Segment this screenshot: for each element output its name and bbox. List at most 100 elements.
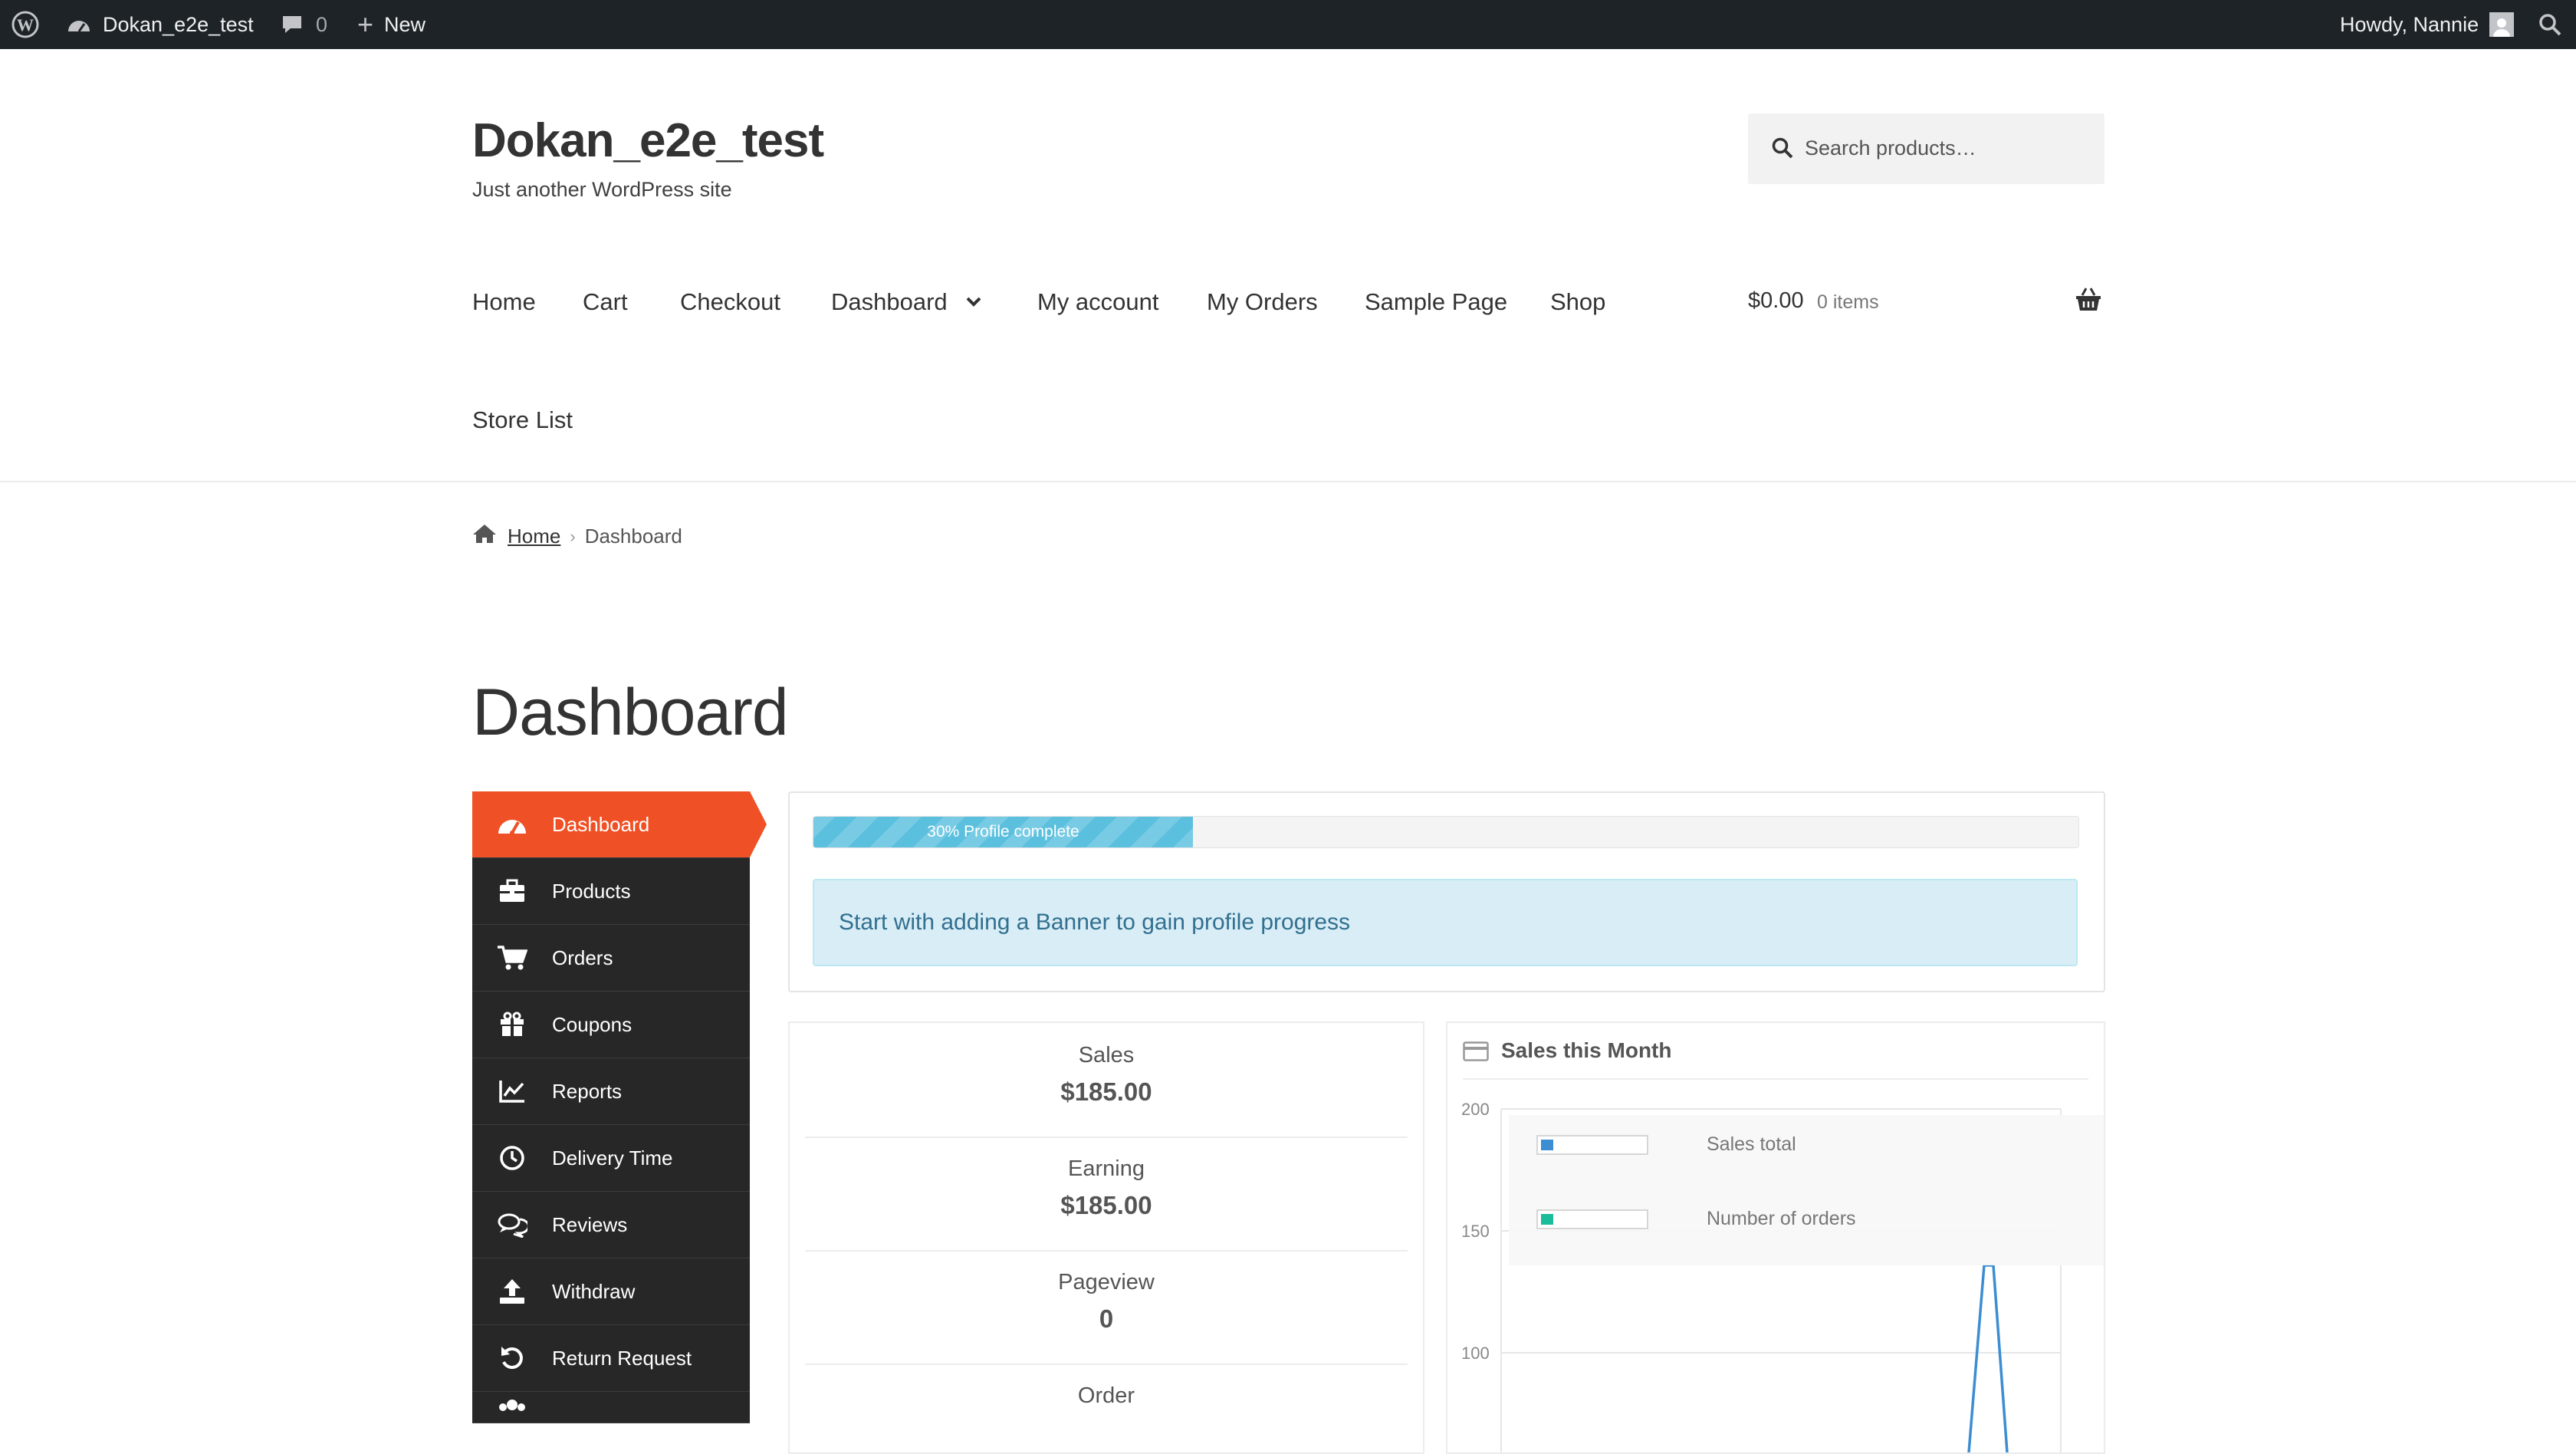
admin-bar: W Dokan_e2e_test 0 + New Howdy, Nannie [0, 0, 2576, 49]
sidebar-item-reports[interactable]: Reports [472, 1058, 750, 1125]
site-tagline: Just another WordPress site [472, 178, 732, 201]
search-icon [1771, 137, 1794, 163]
nav-checkout[interactable]: Checkout [680, 288, 780, 316]
stat-divider [805, 1137, 1408, 1138]
sidebar-item-label: Return Request [552, 1346, 692, 1370]
nav-home[interactable]: Home [472, 288, 536, 316]
site-name-link[interactable]: Dokan_e2e_test [66, 0, 254, 49]
header-divider [0, 481, 2576, 482]
users-icon [472, 1392, 552, 1423]
dashboard-gauge-icon [66, 13, 92, 36]
svg-text:W: W [17, 15, 34, 35]
sales-total-series [1967, 1264, 2009, 1452]
sidebar-item-label: Dashboard [552, 812, 650, 836]
profile-notice: Start with adding a Banner to gain profi… [813, 879, 2078, 966]
legend-swatch [1536, 1209, 1648, 1229]
stat-label: Order [1077, 1383, 1135, 1408]
new-label: New [384, 12, 426, 36]
legend-item-sales-total[interactable]: Sales total [1536, 1133, 1796, 1156]
legend-label: Sales total [1707, 1133, 1796, 1155]
stat-pageview: Pageview 0 [805, 1270, 1408, 1334]
tachometer-icon [472, 812, 552, 837]
nav-cart[interactable]: Cart [583, 288, 628, 316]
stat-divider [805, 1364, 1408, 1365]
stat-label: Earning [1068, 1156, 1145, 1181]
sales-total-line [1967, 1264, 2009, 1452]
comment-icon [281, 13, 304, 36]
progress-fill: 30% Profile complete [813, 817, 1193, 847]
cart-item-count[interactable]: 0 items [1817, 291, 1879, 314]
sidebar-item-label: Withdraw [552, 1279, 636, 1303]
briefcase-icon [472, 879, 552, 903]
profile-notice-text: Start with adding a Banner to gain profi… [839, 910, 1351, 935]
gift-icon [472, 1012, 552, 1038]
y-tick-label: 200 [1461, 1100, 1490, 1119]
sidebar-item-return-request[interactable]: Return Request [472, 1325, 750, 1392]
sales-chart-box: Sales this Month 200 150 100 Sales total… [1446, 1021, 2105, 1454]
legend-label: Number of orders [1707, 1208, 1856, 1229]
sidebar-item-products[interactable]: Products [472, 858, 750, 925]
sidebar-item-label: Orders [552, 946, 613, 969]
nav-my-account[interactable]: My account [1037, 288, 1159, 316]
clock-icon [472, 1145, 552, 1171]
admin-site-name: Dokan_e2e_test [103, 12, 254, 36]
comments-count: 0 [316, 12, 328, 36]
sidebar-item-label: Reviews [552, 1212, 628, 1236]
breadcrumb-home-link[interactable]: Home [508, 525, 560, 548]
nav-dashboard[interactable]: Dashboard [831, 288, 948, 316]
profile-completion-box: 30% Profile complete Start with adding a… [788, 791, 2105, 992]
basket-icon[interactable] [2075, 287, 2102, 317]
avatar [2489, 12, 2515, 37]
stat-value: $185.00 [1060, 1191, 1152, 1219]
sidebar-item-label: Reports [552, 1079, 623, 1103]
nav-sample-page[interactable]: Sample Page [1365, 288, 1507, 316]
product-search-field[interactable]: Search products… [1748, 113, 2104, 184]
chevron-down-icon[interactable] [964, 292, 983, 314]
y-tick-label: 100 [1461, 1344, 1490, 1363]
admin-search-icon[interactable] [2538, 0, 2562, 49]
stat-sales: Sales $185.00 [805, 1043, 1408, 1107]
sidebar-item-partial[interactable] [472, 1392, 750, 1423]
stat-earning: Earning $185.00 [805, 1156, 1408, 1220]
site-title[interactable]: Dokan_e2e_test [472, 113, 824, 168]
legend-item-number-of-orders[interactable]: Number of orders [1536, 1208, 1856, 1230]
sidebar-item-label: Coupons [552, 1012, 632, 1036]
chart-legend: Sales total Number of orders [1509, 1115, 2104, 1265]
home-icon [472, 523, 497, 550]
stat-label: Sales [1078, 1043, 1135, 1067]
profile-progress-bar: 30% Profile complete [813, 816, 2079, 848]
upload-icon [472, 1278, 552, 1305]
howdy-greeting: Howdy, Nannie [2340, 12, 2479, 36]
progress-label: 30% Profile complete [927, 823, 1079, 840]
nav-my-orders[interactable]: My Orders [1207, 288, 1318, 316]
search-placeholder: Search products… [1805, 137, 1976, 160]
cart-icon [472, 945, 552, 971]
stat-order: Order [805, 1383, 1408, 1418]
sidebar-item-orders[interactable]: Orders [472, 925, 750, 992]
stat-label: Pageview [1058, 1270, 1155, 1294]
my-account-link[interactable]: Howdy, Nannie [2340, 0, 2515, 49]
sidebar-item-coupons[interactable]: Coupons [472, 992, 750, 1058]
page-title: Dashboard [472, 676, 789, 749]
stat-divider [805, 1250, 1408, 1252]
wordpress-logo-icon[interactable]: W [11, 0, 40, 49]
comments-icon [472, 1212, 552, 1238]
sidebar-item-label: Products [552, 879, 631, 903]
sidebar-item-withdraw[interactable]: Withdraw [472, 1258, 750, 1325]
cart-amount[interactable]: $0.00 [1748, 288, 1804, 314]
stats-box: Sales $185.00 Earning $185.00 Pageview 0… [788, 1021, 1424, 1454]
line-chart-icon [472, 1079, 552, 1104]
nav-shop[interactable]: Shop [1550, 288, 1605, 316]
nav-store-list[interactable]: Store List [472, 406, 573, 434]
comments-link[interactable]: 0 [281, 0, 327, 49]
new-content-link[interactable]: + New [357, 0, 426, 49]
stat-value: 0 [1099, 1304, 1114, 1333]
breadcrumb-separator-icon: › [570, 526, 576, 546]
breadcrumb: Home › Dashboard [472, 523, 682, 550]
stat-value: $185.00 [1060, 1077, 1152, 1106]
sidebar-item-delivery-time[interactable]: Delivery Time [472, 1125, 750, 1192]
y-tick-labels: 200 150 100 [1461, 1100, 1490, 1363]
sidebar-item-dashboard[interactable]: Dashboard [472, 791, 767, 858]
dashboard-sidebar: Dashboard Products Orders Coupons Report… [472, 791, 767, 1423]
sidebar-item-reviews[interactable]: Reviews [472, 1192, 750, 1258]
